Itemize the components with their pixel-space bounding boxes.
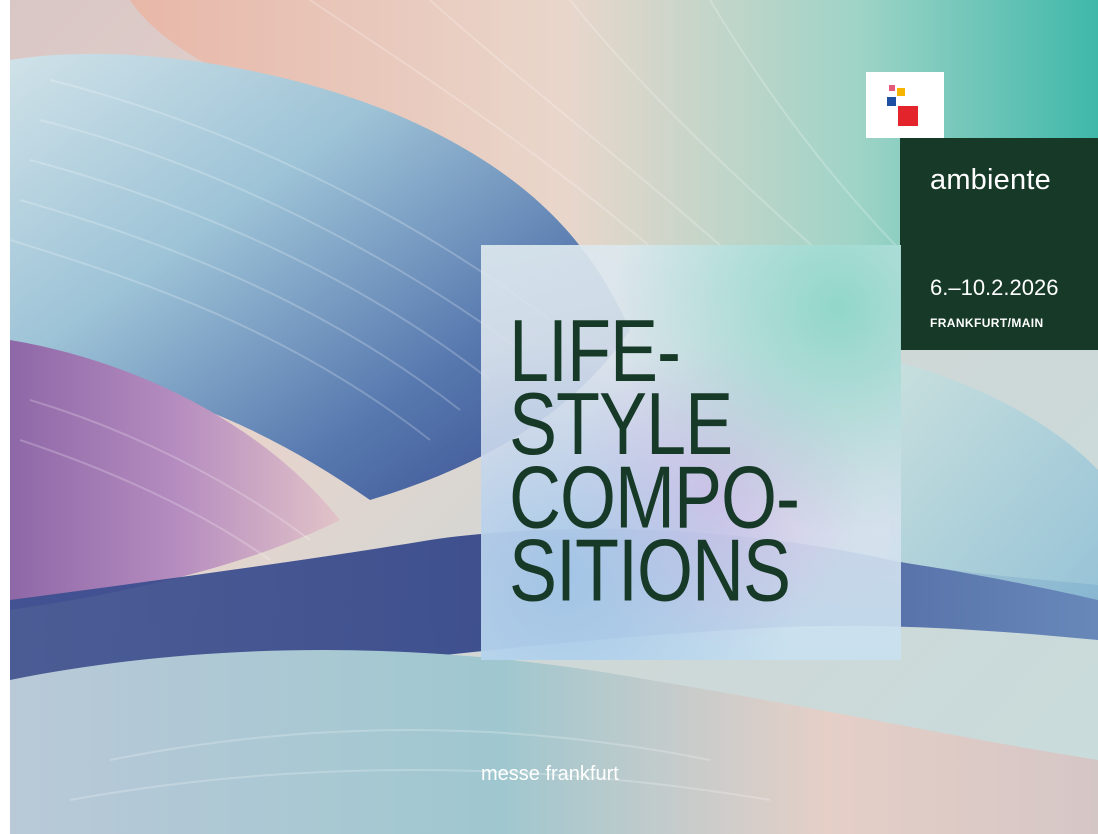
organizer-name: messe frankfurt	[481, 763, 619, 785]
logo-square-pink	[889, 85, 895, 91]
headline-panel: LIFE- STYLE COMPO- SITIONS	[481, 245, 901, 660]
poster: ambiente 6.–10.2.2026 FRANKFURT/MAIN LIF…	[10, 0, 1098, 834]
logo-square-red	[898, 106, 918, 126]
logo-square-yellow	[897, 88, 905, 96]
messe-frankfurt-logo	[866, 72, 944, 138]
headline: LIFE- STYLE COMPO- SITIONS	[509, 308, 800, 620]
event-brand: ambiente	[930, 164, 1051, 196]
event-dates: 6.–10.2.2026	[930, 275, 1059, 300]
event-info-panel: ambiente 6.–10.2.2026 FRANKFURT/MAIN	[900, 138, 1098, 350]
event-city: FRANKFURT/MAIN	[930, 316, 1044, 330]
logo-square-blue	[887, 97, 896, 106]
headline-line-4: SITIONS	[509, 522, 791, 620]
